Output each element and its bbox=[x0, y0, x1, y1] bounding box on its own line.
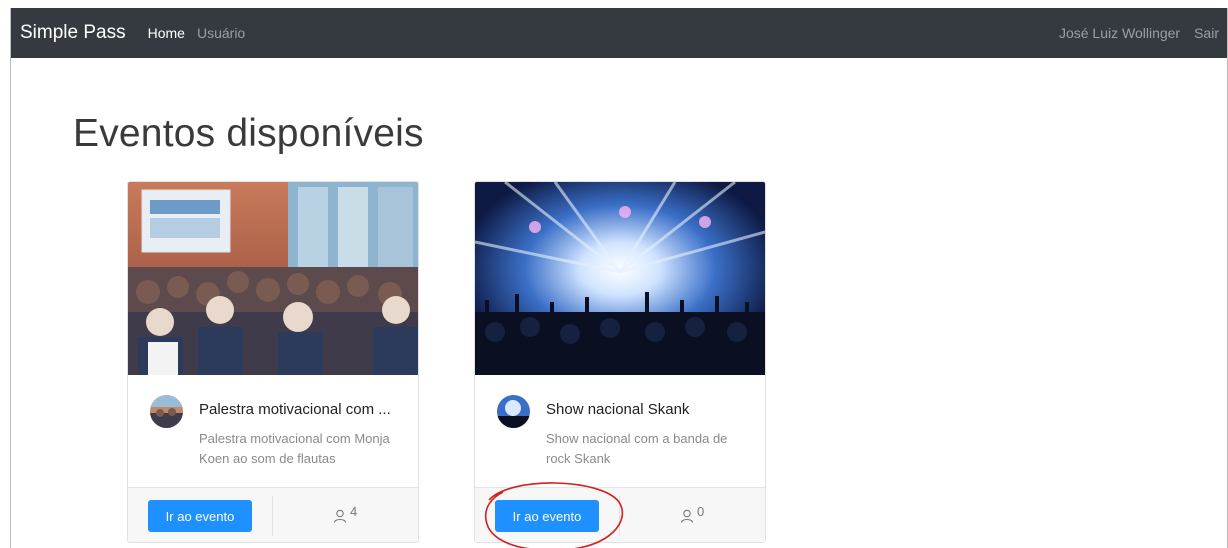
navbar-right: José Luiz Wollinger Sair bbox=[1045, 25, 1219, 41]
event-avatar bbox=[150, 395, 183, 428]
attendee-count-value: 4 bbox=[350, 503, 358, 519]
go-to-event-button[interactable]: Ir ao evento bbox=[495, 500, 599, 532]
event-description: Palestra motivacional com Monja Koen ao … bbox=[199, 431, 390, 466]
event-title: Palestra motivacional com ... bbox=[199, 401, 391, 418]
attendee-count: 4 bbox=[333, 504, 357, 524]
nav-usuario-link[interactable]: Usuário bbox=[197, 25, 245, 41]
event-image-conference bbox=[128, 182, 418, 375]
event-image-concert bbox=[475, 182, 765, 375]
go-to-event-button[interactable]: Ir ao evento bbox=[148, 500, 252, 532]
brand-link[interactable]: Simple Pass bbox=[20, 22, 126, 44]
nav-home-link[interactable]: Home bbox=[148, 25, 185, 41]
user-name-link[interactable]: José Luiz Wollinger bbox=[1059, 25, 1180, 41]
attendee-count: 0 bbox=[680, 504, 704, 524]
user-icon bbox=[680, 509, 694, 523]
footer-divider bbox=[619, 496, 620, 536]
footer-divider bbox=[272, 496, 273, 536]
logout-link[interactable]: Sair bbox=[1194, 25, 1219, 41]
event-card-footer: Ir ao evento 4 bbox=[128, 487, 418, 542]
event-title: Show nacional Skank bbox=[546, 401, 690, 418]
attendee-count-value: 0 bbox=[697, 503, 705, 519]
page-title: Eventos disponíveis bbox=[73, 112, 424, 155]
top-navbar: Simple Pass Home Usuário José Luiz Wolli… bbox=[11, 8, 1227, 58]
event-card-body: Palestra motivacional com ... Palestra m… bbox=[128, 375, 418, 487]
event-description: Show nacional com a banda de rock Skank bbox=[546, 431, 728, 466]
event-card-footer: Ir ao evento 0 bbox=[475, 487, 765, 542]
user-icon bbox=[333, 509, 347, 523]
browser-viewport: Simple Pass Home Usuário José Luiz Wolli… bbox=[10, 8, 1228, 548]
event-card-body: Show nacional Skank Show nacional com a … bbox=[475, 375, 765, 487]
event-avatar bbox=[497, 395, 530, 428]
event-card: Show nacional Skank Show nacional com a … bbox=[474, 181, 766, 543]
event-card: Palestra motivacional com ... Palestra m… bbox=[127, 181, 419, 543]
